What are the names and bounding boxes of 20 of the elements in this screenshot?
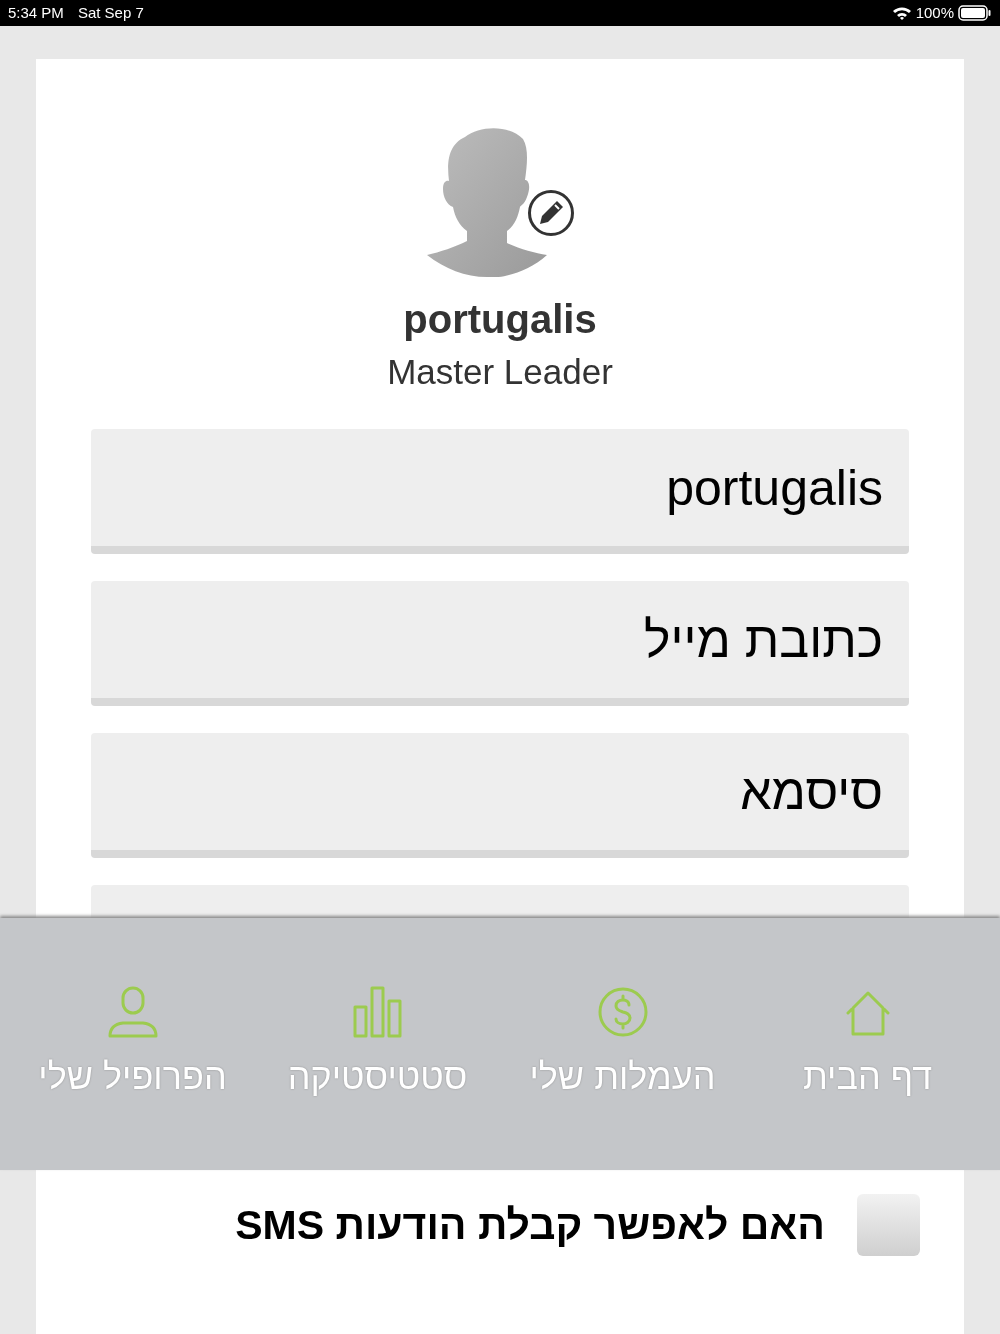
text-field[interactable]: סיסמא: [91, 733, 909, 858]
nav-tab-label[interactable]: העמלות שלי: [529, 1050, 716, 1104]
nav-tab-label[interactable]: סטטיסטיקה: [287, 1050, 468, 1104]
battery-percent: 100%: [915, 2, 954, 23]
battery-icon: [958, 5, 992, 21]
nav-tab-label[interactable]: הפרופיל שלי: [38, 1050, 227, 1104]
profile-role: Master Leader: [387, 351, 613, 393]
user-icon: [106, 986, 159, 1038]
sms-option-label: האם לאפשר קבלת הודעות SMS: [235, 1201, 825, 1250]
status-time: 5:34 PM: [8, 2, 64, 23]
edit-pencil-icon[interactable]: [527, 189, 575, 237]
sms-checkbox[interactable]: [857, 1194, 920, 1256]
text-field[interactable]: portugalis: [91, 429, 909, 554]
nav-tab-label[interactable]: דף הבית: [802, 1050, 933, 1104]
status-date: Sat Sep 7: [77, 2, 144, 23]
bar-chart-icon: [351, 986, 404, 1038]
text-field[interactable]: כתובת מייל: [91, 581, 909, 706]
dollar-icon: [596, 986, 649, 1038]
wifi-icon: [891, 6, 912, 20]
profile-name: portugalis: [403, 296, 597, 343]
